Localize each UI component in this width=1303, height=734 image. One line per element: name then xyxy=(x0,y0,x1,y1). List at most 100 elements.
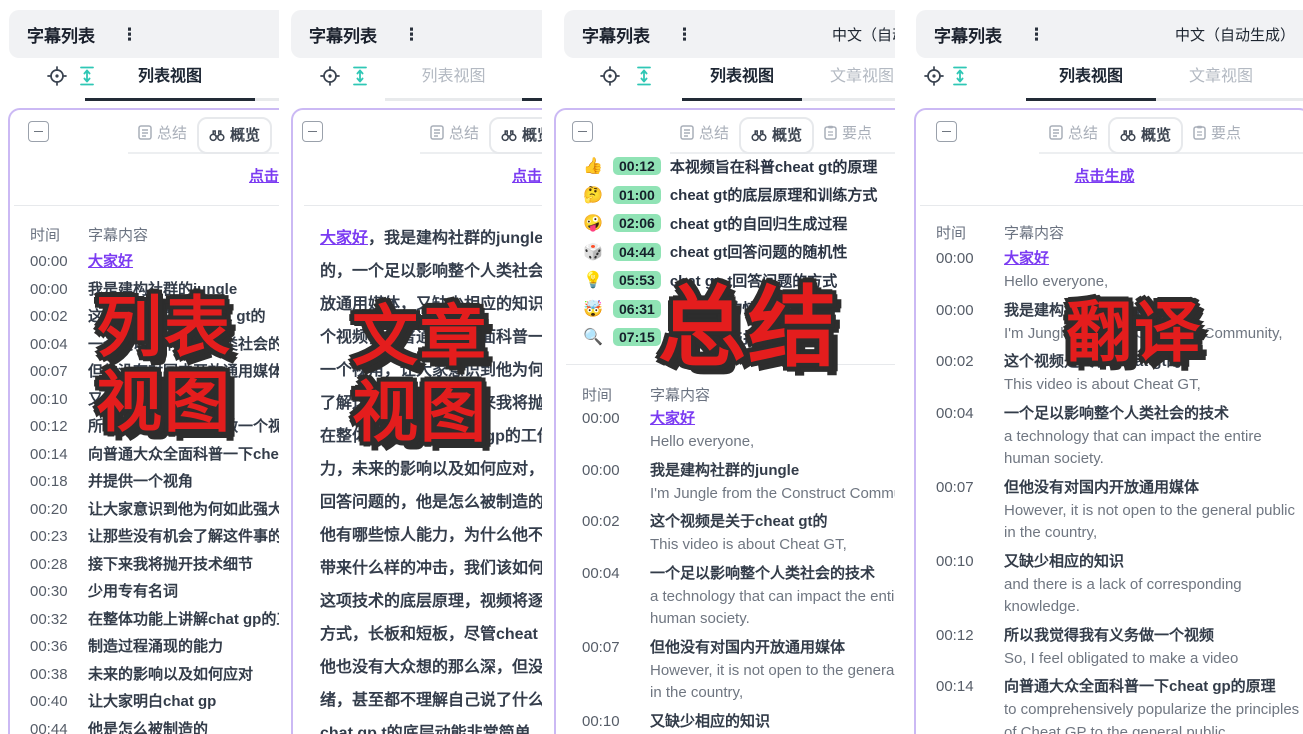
line-height-icon[interactable] xyxy=(952,66,968,86)
subtitle-text-en: a technology that can impact the entire xyxy=(1004,426,1262,449)
subtitle-text-en: knowledge. xyxy=(1004,596,1242,619)
subtitle-row[interactable]: 00:38未来的影响以及如何应对 xyxy=(30,661,279,689)
subtitle-row[interactable]: 00:10又缺少相应的知识and there is a lack of corr… xyxy=(582,709,895,734)
chapter-item[interactable]: 🎲04:44cheat gt回答问题的随机性 xyxy=(582,238,895,267)
subtitle-row[interactable]: 00:14向普通大众全面科普一下cheat gp的原理 xyxy=(30,441,279,469)
subtitle-row[interactable]: 00:20让大家意识到他为何如此强大 xyxy=(30,496,279,524)
generate-link[interactable]: 点击生成 xyxy=(1074,168,1134,185)
chapter-timestamp[interactable]: 06:31 xyxy=(613,300,661,318)
tab-list-view[interactable]: 列表视图 xyxy=(1026,62,1156,101)
stamp-summary: 总结 xyxy=(658,282,838,374)
tab-keypoints[interactable]: 要点 xyxy=(814,116,882,152)
subtitle-link[interactable]: 大家好 xyxy=(1004,250,1049,267)
subtitle-time: 00:12 xyxy=(936,623,1004,671)
chapter-timestamp[interactable]: 07:15 xyxy=(613,328,661,346)
tab-article-view[interactable]: 文章视图 xyxy=(255,62,279,101)
subtitle-row[interactable]: 00:36制造过程涌现的能力 xyxy=(30,633,279,661)
kebab-menu-icon[interactable]: ⋮ xyxy=(403,26,420,43)
subtitle-row[interactable]: 00:00大家好 xyxy=(30,248,279,276)
chapter-timestamp[interactable]: 04:44 xyxy=(613,243,661,261)
tab-keypoints[interactable]: 要点 xyxy=(1183,116,1251,152)
subtitle-row[interactable]: 00:30少用专有名词 xyxy=(30,578,279,606)
subtitle-row[interactable]: 00:07但他没有对国内开放通用媒体However, it is not ope… xyxy=(936,475,1303,545)
tab-list-view[interactable]: 列表视图 xyxy=(682,62,802,101)
subtitle-link[interactable]: 大家好 xyxy=(320,230,368,247)
chapter-timestamp[interactable]: 05:53 xyxy=(613,271,661,289)
collapse-button[interactable] xyxy=(302,121,323,142)
locate-icon[interactable] xyxy=(320,66,340,86)
subtitle-row[interactable]: 00:04一个足以影响整个人类社会的技术a technology that ca… xyxy=(582,561,895,631)
subtitle-row[interactable]: 00:12所以我觉得我有义务做一个视频So, I feel obligated … xyxy=(936,623,1303,671)
locate-icon[interactable] xyxy=(924,66,944,86)
line-height-icon[interactable] xyxy=(636,66,652,86)
subtitle-row[interactable]: 00:23让那些没有机会了解这件事的人 xyxy=(30,523,279,551)
tab-summary[interactable]: 总结 xyxy=(128,116,197,152)
subtitle-list: 00:00大家好Hello everyone,00:00我是建构社群的jungl… xyxy=(552,406,895,734)
subtitle-row[interactable]: 00:10又缺少相应的知识and there is a lack of corr… xyxy=(936,549,1303,619)
subtitle-row[interactable]: 00:04一个足以影响整个人类社会的技术a technology that ca… xyxy=(936,401,1303,471)
subtitle-time: 00:28 xyxy=(30,551,88,579)
tab-article-view[interactable]: 文章视图 xyxy=(522,62,542,101)
chapter-item[interactable]: 🤔01:00cheat gt的底层原理和训练方式 xyxy=(582,181,895,210)
locate-icon[interactable] xyxy=(600,66,620,86)
collapse-button[interactable] xyxy=(572,121,593,142)
chapter-timestamp[interactable]: 00:12 xyxy=(613,157,661,175)
subtitle-time: 00:04 xyxy=(936,401,1004,471)
subtitle-row[interactable]: 00:02这个视频是关于cheat gt的This video is about… xyxy=(582,509,895,557)
kebab-menu-icon[interactable]: ⋮ xyxy=(1028,26,1045,43)
subtitle-row[interactable]: 00:28接下来我将抛开技术细节 xyxy=(30,551,279,579)
subtitle-row[interactable]: 00:32在整体功能上讲解chat gp的工作原理 xyxy=(30,606,279,634)
subtitle-text-en: human society. xyxy=(650,608,895,631)
tab-label: 概览 xyxy=(772,124,802,145)
subtitle-link[interactable]: 大家好 xyxy=(650,410,695,427)
subtitle-time: 00:12 xyxy=(30,413,88,441)
subtitle-text-en: in the country, xyxy=(1004,522,1295,545)
binoculars-icon xyxy=(501,128,517,142)
subtitle-content: 一个足以影响整个人类社会的技术a technology that can imp… xyxy=(650,561,895,631)
line-height-icon[interactable] xyxy=(352,66,368,86)
stamp-line: 视图 xyxy=(352,374,488,450)
collapse-button[interactable] xyxy=(936,121,957,142)
generate-link[interactable]: 点击生成 xyxy=(249,168,279,185)
subtitle-row[interactable]: 00:00大家好Hello everyone, xyxy=(936,246,1303,294)
tab-article-view[interactable]: 文章视图 xyxy=(1156,62,1286,101)
kebab-menu-icon[interactable]: ⋮ xyxy=(676,26,693,43)
tab-overview[interactable]: 概览 xyxy=(489,117,542,154)
tab-label: 总结 xyxy=(1068,122,1098,143)
tab-article-view[interactable]: 文章视图 xyxy=(802,62,895,101)
subtitle-row[interactable]: 00:00大家好Hello everyone, xyxy=(582,406,895,454)
collapse-button[interactable] xyxy=(28,121,49,142)
locate-icon[interactable] xyxy=(47,66,67,86)
tab-list-view[interactable]: 列表视图 xyxy=(85,62,255,101)
chapter-item[interactable]: 👍00:12本视频旨在科普cheat gt的原理 xyxy=(582,152,895,181)
tab-list-view[interactable]: 列表视图 xyxy=(385,62,522,101)
subtitle-row[interactable]: 00:07但他没有对国内开放通用媒体However, it is not ope… xyxy=(582,635,895,705)
subtitle-row[interactable]: 00:00我是建构社群的jungleI'm Jungle from the Co… xyxy=(582,458,895,506)
subtitle-text-en: in the country, xyxy=(650,682,895,705)
language-selector[interactable]: 中文（自动生成） xyxy=(1175,24,1295,45)
panel-title: 字幕列表 xyxy=(309,22,377,47)
view-tab-bar: 列表视图 文章视图 xyxy=(682,62,895,101)
subtitle-link[interactable]: 大家好 xyxy=(88,253,133,270)
panel-header: 字幕列表 ⋮ 中文（自动生成） xyxy=(916,10,1303,58)
tab-overview[interactable]: 概览 xyxy=(1108,117,1183,154)
subtitle-row[interactable]: 00:14向普通大众全面科普一下cheat gp的原理to comprehens… xyxy=(936,674,1303,734)
content-column-header: 字幕内容 xyxy=(88,224,148,245)
chapter-title: cheat gt的自回归生成过程 xyxy=(670,213,848,234)
kebab-menu-icon[interactable]: ⋮ xyxy=(121,26,138,43)
card-tab-bar: 总结 概览 要点 xyxy=(670,116,895,154)
tab-summary[interactable]: 总结 xyxy=(420,116,489,152)
chapter-timestamp[interactable]: 01:00 xyxy=(613,186,661,204)
subtitle-row[interactable]: 00:44他是怎么被制造的 xyxy=(30,716,279,734)
generate-link[interactable]: 点击生成 xyxy=(512,168,542,185)
tab-overview[interactable]: 概览 xyxy=(197,117,272,154)
tab-keypoints[interactable]: 要点 xyxy=(272,116,279,152)
subtitle-row[interactable]: 00:18并提供一个视角 xyxy=(30,468,279,496)
chapter-timestamp[interactable]: 02:06 xyxy=(613,214,661,232)
tab-summary[interactable]: 总结 xyxy=(1039,116,1108,152)
tab-summary[interactable]: 总结 xyxy=(670,116,739,152)
subtitle-row[interactable]: 00:40让大家明白chat gp xyxy=(30,688,279,716)
tab-overview[interactable]: 概览 xyxy=(739,117,814,154)
language-selector[interactable]: 中文（自动生成） xyxy=(832,24,895,45)
chapter-item[interactable]: 🤪02:06cheat gt的自回归生成过程 xyxy=(582,209,895,238)
